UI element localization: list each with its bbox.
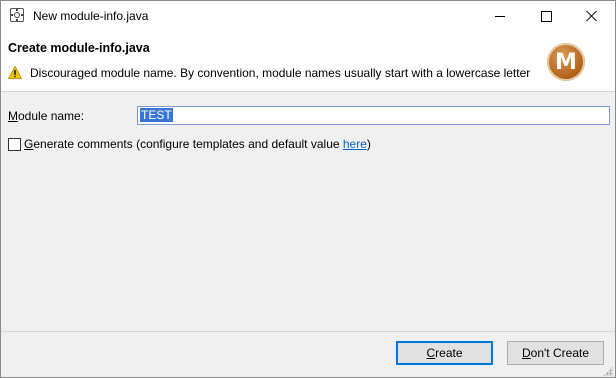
generate-comments-checkbox[interactable] (8, 138, 21, 151)
maximize-icon (540, 10, 552, 22)
dont-create-mnemonic: D (522, 346, 531, 360)
create-button[interactable]: Create (396, 341, 493, 365)
wizard-header: Create module-info.java Discouraged modu… (1, 31, 615, 92)
title-bar: New module-info.java (1, 1, 615, 31)
generate-comments-mnemonic: G (24, 137, 34, 151)
configure-text-suffix: ) (366, 137, 371, 151)
page-title: Create module-info.java (8, 41, 150, 55)
minimize-icon (495, 15, 505, 17)
close-button[interactable] (569, 1, 615, 31)
header-message: Discouraged module name. By convention, … (30, 66, 531, 80)
create-label-rest: reate (435, 346, 463, 360)
module-name-label: Module name: (8, 109, 84, 123)
logo-letter: M (555, 49, 577, 75)
module-name-input[interactable]: TEST (137, 106, 610, 125)
maximize-button[interactable] (523, 1, 569, 31)
button-bar: Create Don't Create (1, 331, 615, 377)
module-name-value: TEST (140, 108, 173, 122)
create-mnemonic: C (426, 346, 436, 360)
eclipse-app-icon (10, 8, 24, 22)
module-name-mnemonic: M (8, 109, 18, 123)
dont-create-button[interactable]: Don't Create (507, 341, 604, 365)
module-logo-icon: M (547, 43, 585, 81)
generate-comments-label-rest: enerate comments (33, 137, 133, 151)
warning-icon (8, 66, 22, 79)
dialog-window: New module-info.java Create module-info.… (0, 0, 616, 378)
minimize-button[interactable] (477, 1, 523, 31)
window-title: New module-info.java (33, 9, 149, 23)
close-icon (586, 10, 598, 22)
module-name-label-rest: odule name: (18, 109, 85, 123)
generate-comments-label: Generate comments (configure templates a… (24, 137, 371, 151)
configure-text-prefix: (configure templates and default value (136, 137, 343, 151)
dont-create-label-rest: on't Create (530, 346, 589, 360)
resize-grip[interactable] (603, 366, 613, 376)
configure-here-link[interactable]: here (343, 137, 367, 151)
